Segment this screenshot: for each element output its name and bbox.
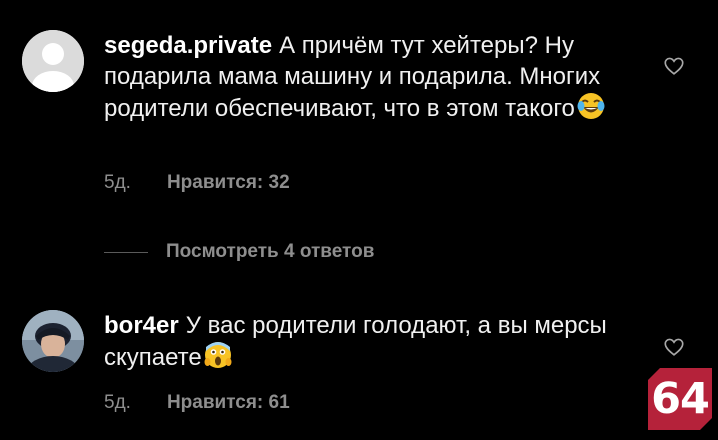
comment-text: bor4er У вас родители голодают, а вы мерс…: [104, 310, 624, 377]
comment-meta: 5д. Нравится: 32: [104, 172, 290, 194]
comment-meta: 5д. Нравится: 61: [104, 392, 290, 414]
comment-body: У вас родители голодают, а вы мерсы скуп…: [104, 312, 607, 371]
comment-time: 5д.: [104, 392, 131, 413]
like-heart-icon[interactable]: [663, 55, 685, 77]
face-with-tears-of-joy-icon: [577, 92, 605, 128]
face-screaming-in-fear-icon: [204, 341, 232, 377]
likes-count[interactable]: Нравится: 32: [167, 172, 290, 194]
avatar[interactable]: [22, 310, 84, 372]
channel-logo-text: 64: [651, 374, 710, 424]
view-replies-label: Посмотреть 4 ответов: [166, 241, 375, 262]
comment-time: 5д.: [104, 172, 131, 193]
avatar[interactable]: [22, 30, 84, 92]
replies-divider: [104, 251, 148, 253]
default-avatar-icon: [22, 30, 84, 92]
username[interactable]: segeda.private: [104, 32, 272, 59]
view-replies-button[interactable]: Посмотреть 4 ответов: [104, 241, 374, 263]
user-photo-avatar-icon: [22, 310, 84, 372]
comment-text: segeda.private А причём тут хейтеры? Ну п…: [104, 30, 624, 128]
likes-count[interactable]: Нравится: 61: [167, 392, 290, 414]
username[interactable]: bor4er: [104, 312, 179, 339]
like-heart-icon[interactable]: [663, 336, 685, 358]
